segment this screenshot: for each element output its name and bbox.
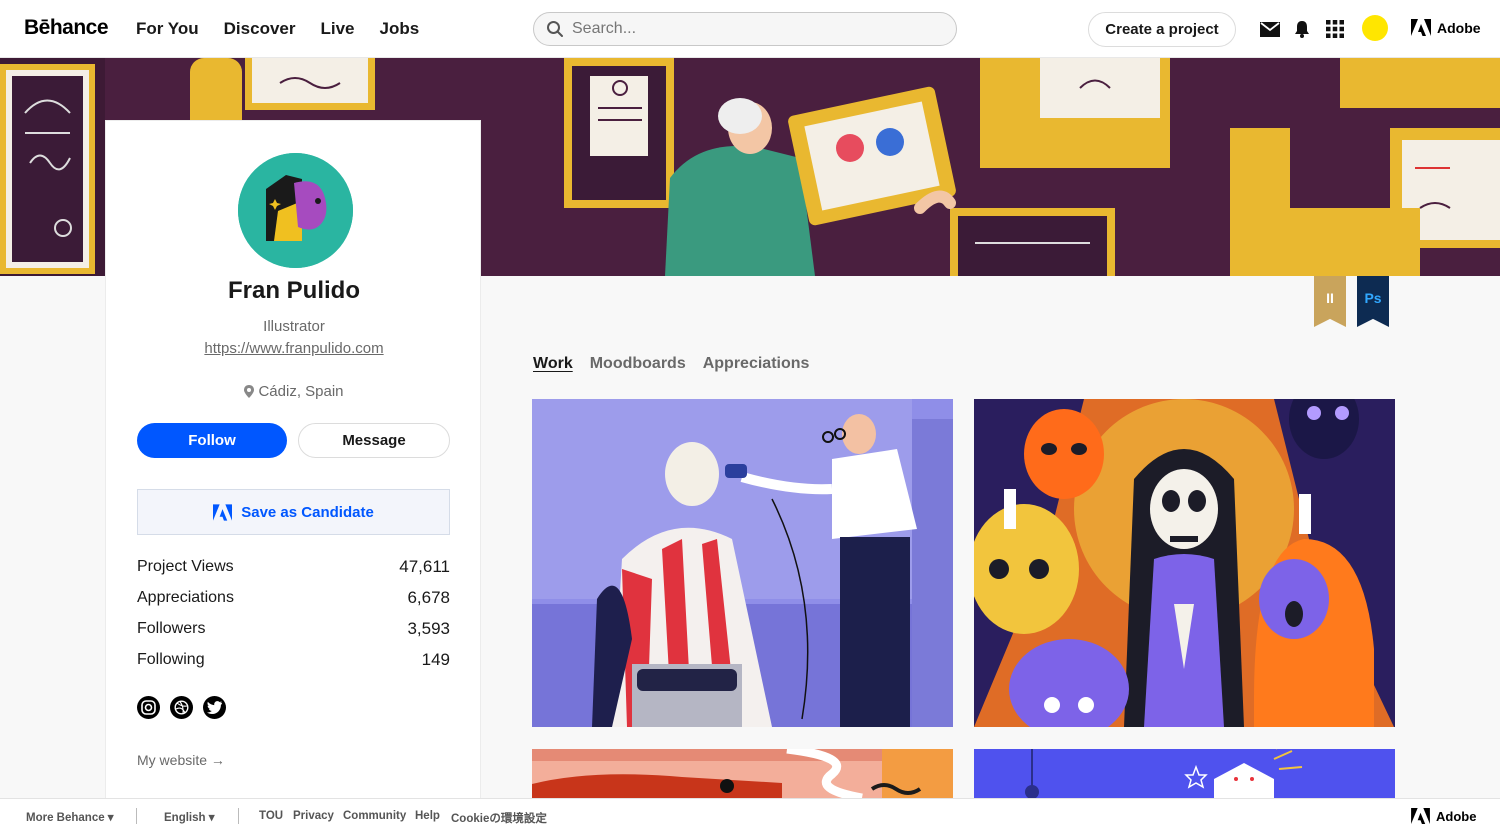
footer-language[interactable]: English ▾ bbox=[164, 810, 215, 824]
search-input[interactable] bbox=[572, 20, 932, 38]
project-thumbnail-barber bbox=[532, 399, 953, 727]
profile-tabs: Work Moodboards Appreciations bbox=[533, 355, 809, 373]
stat-value: 149 bbox=[421, 649, 450, 669]
location-text: Cádiz, Spain bbox=[258, 383, 344, 400]
footer: More Behance ▾ English ▾ TOU Privacy Com… bbox=[0, 798, 1500, 832]
stat-value: 47,611 bbox=[399, 556, 450, 576]
adobe-brand[interactable]: Adobe bbox=[1411, 19, 1481, 36]
tab-moodboards[interactable]: Moodboards bbox=[590, 355, 686, 373]
profile-name: Fran Pulido bbox=[228, 277, 360, 304]
nav-for-you[interactable]: For You bbox=[136, 19, 199, 39]
search-icon bbox=[547, 21, 563, 37]
apps-grid-icon[interactable] bbox=[1324, 18, 1346, 40]
stat-label: Appreciations bbox=[137, 588, 234, 606]
avatar-illustration bbox=[238, 153, 353, 268]
nav-discover[interactable]: Discover bbox=[224, 19, 296, 39]
adobe-logo-icon bbox=[213, 503, 233, 521]
main-nav-links: For You Discover Live Jobs bbox=[136, 19, 419, 39]
nav-live[interactable]: Live bbox=[320, 19, 354, 39]
ribbon-label: Ps bbox=[1364, 289, 1382, 306]
footer-tou[interactable]: TOU bbox=[259, 810, 283, 822]
stat-appreciations: Appreciations 6,678 bbox=[137, 582, 450, 613]
footer-divider bbox=[136, 808, 137, 824]
mail-icon[interactable] bbox=[1259, 18, 1281, 40]
tab-work[interactable]: Work bbox=[533, 355, 573, 373]
stat-following[interactable]: Following 149 bbox=[137, 644, 450, 675]
footer-help[interactable]: Help bbox=[415, 810, 440, 822]
profile-occupation: Illustrator bbox=[263, 318, 325, 335]
project-card[interactable] bbox=[974, 749, 1395, 798]
stat-label: Following bbox=[137, 650, 205, 668]
top-navigation: Bēhance For You Discover Live Jobs Creat… bbox=[0, 0, 1500, 58]
social-links bbox=[137, 696, 226, 719]
project-thumbnail-saints bbox=[974, 399, 1395, 727]
instagram-icon[interactable] bbox=[137, 696, 160, 719]
profile-location: Cádiz, Spain bbox=[106, 383, 482, 400]
illustrator-ribbon[interactable]: II bbox=[1314, 276, 1346, 327]
profile-stats: Project Views 47,611 Appreciations 6,678… bbox=[137, 551, 450, 675]
stat-label: Followers bbox=[137, 619, 206, 637]
my-website-link[interactable]: My website → bbox=[137, 752, 225, 768]
adobe-logo-icon bbox=[1411, 19, 1431, 36]
save-as-candidate-button[interactable]: Save as Candidate bbox=[137, 489, 450, 535]
stat-followers[interactable]: Followers 3,593 bbox=[137, 613, 450, 644]
footer-divider bbox=[238, 808, 239, 824]
stat-label: Project Views bbox=[137, 557, 234, 575]
nav-jobs[interactable]: Jobs bbox=[380, 19, 420, 39]
candidate-label: Save as Candidate bbox=[241, 503, 374, 521]
stat-value: 3,593 bbox=[407, 618, 450, 638]
footer-privacy[interactable]: Privacy bbox=[293, 810, 334, 822]
footer-cookie[interactable]: Cookieの環境設定 bbox=[451, 810, 547, 826]
follow-button[interactable]: Follow bbox=[137, 423, 287, 458]
adobe-label: Adobe bbox=[1437, 19, 1481, 36]
project-card[interactable] bbox=[974, 399, 1395, 727]
search-bar[interactable] bbox=[533, 12, 957, 46]
stat-value: 6,678 bbox=[407, 587, 450, 607]
adobe-label: Adobe bbox=[1436, 808, 1477, 824]
dribbble-icon[interactable] bbox=[170, 696, 193, 719]
photoshop-ribbon[interactable]: Ps bbox=[1357, 276, 1389, 327]
ribbon-label: II bbox=[1326, 289, 1334, 306]
footer-more-behance[interactable]: More Behance ▾ bbox=[26, 810, 114, 824]
bell-icon[interactable] bbox=[1291, 18, 1313, 40]
footer-adobe-brand[interactable]: Adobe bbox=[1411, 808, 1476, 824]
profile-avatar[interactable] bbox=[238, 153, 353, 268]
project-card[interactable] bbox=[532, 399, 953, 727]
create-project-button[interactable]: Create a project bbox=[1088, 12, 1236, 47]
footer-community[interactable]: Community bbox=[343, 810, 406, 822]
tab-appreciations[interactable]: Appreciations bbox=[703, 355, 810, 373]
behance-logo[interactable]: Bēhance bbox=[24, 16, 109, 40]
project-thumbnail-crocodile bbox=[532, 749, 953, 798]
user-avatar[interactable] bbox=[1362, 15, 1388, 41]
profile-website-link[interactable]: https://www.franpulido.com bbox=[106, 340, 482, 357]
stat-project-views: Project Views 47,611 bbox=[137, 551, 450, 582]
adobe-logo-icon bbox=[1411, 808, 1430, 824]
message-button[interactable]: Message bbox=[298, 423, 450, 458]
location-pin-icon bbox=[244, 385, 255, 398]
twitter-icon[interactable] bbox=[203, 696, 226, 719]
project-thumbnail-envelope bbox=[974, 749, 1395, 798]
project-card[interactable] bbox=[532, 749, 953, 798]
profile-card: Fran Pulido Illustrator https://www.fran… bbox=[105, 120, 481, 800]
